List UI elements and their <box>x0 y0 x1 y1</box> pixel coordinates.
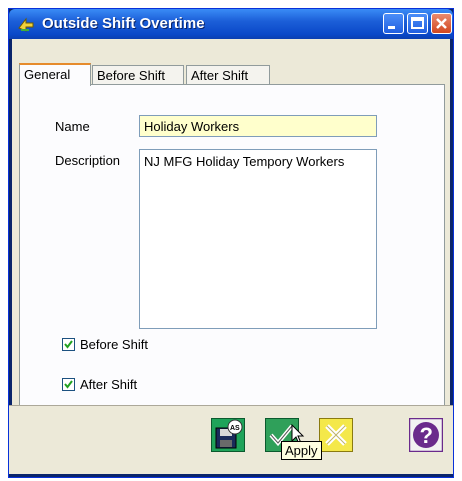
tab-after-shift[interactable]: After Shift <box>186 65 270 85</box>
help-question-icon: ? <box>408 417 444 453</box>
name-label: Name <box>55 119 90 134</box>
dialog-window: Outside Shift Overtime General Before Sh… <box>8 8 454 478</box>
save-as-button[interactable]: AS <box>211 418 245 452</box>
cancel-x-icon <box>319 418 353 452</box>
description-label: Description <box>55 153 121 168</box>
checkmark-icon <box>64 340 73 349</box>
after-shift-label: After Shift <box>80 377 138 392</box>
title-bar[interactable]: Outside Shift Overtime <box>9 9 453 39</box>
window-title: Outside Shift Overtime <box>42 15 205 32</box>
svg-text:AS: AS <box>230 425 240 432</box>
tab-label: Before Shift <box>97 68 165 83</box>
apply-tooltip: Apply <box>281 441 322 460</box>
save-as-icon: AS <box>211 418 245 452</box>
tab-label: General <box>24 67 71 82</box>
description-field[interactable]: NJ MFG Holiday Tempory Workers <box>139 149 377 329</box>
tab-before-shift[interactable]: Before Shift <box>92 65 184 85</box>
tab-general[interactable]: General <box>19 63 91 86</box>
checkmark-icon <box>64 380 73 389</box>
minimize-button[interactable] <box>383 13 404 34</box>
after-shift-checkbox[interactable] <box>62 378 75 391</box>
arrow-icon <box>16 14 36 34</box>
name-field[interactable]: Holiday Workers <box>139 115 377 137</box>
before-shift-label: Before Shift <box>80 337 148 352</box>
close-button[interactable] <box>431 13 452 34</box>
before-shift-checkbox[interactable] <box>62 338 75 351</box>
svg-text:?: ? <box>420 423 433 448</box>
cancel-button[interactable] <box>319 418 353 452</box>
maximize-button[interactable] <box>407 13 428 34</box>
tab-label: After Shift <box>191 68 249 83</box>
help-button[interactable]: ? <box>408 417 444 453</box>
